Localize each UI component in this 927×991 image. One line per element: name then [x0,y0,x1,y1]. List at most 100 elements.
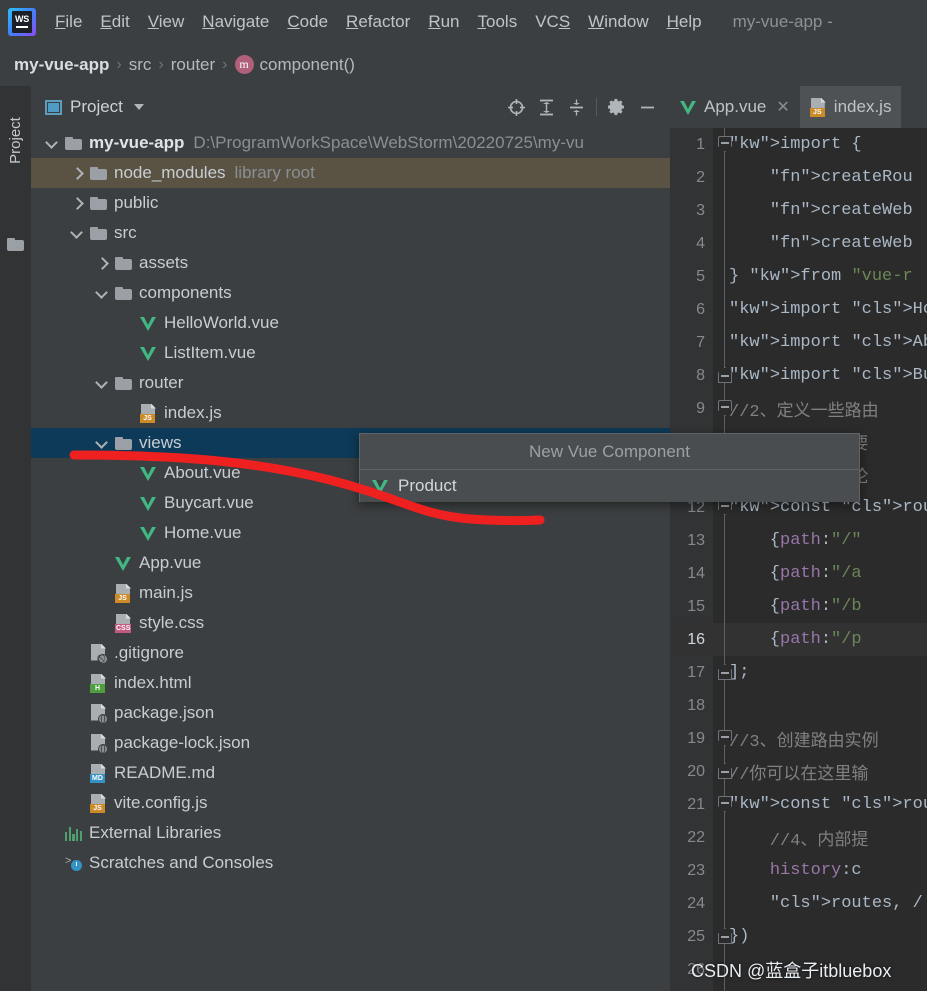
tree-row[interactable]: Hindex.html [31,668,670,698]
vue-icon [680,99,697,116]
tree-row[interactable]: MD README.md [31,758,670,788]
code-text: "fn">createWeb [769,201,913,220]
popup-title: New Vue Component [360,434,859,470]
breadcrumb-item-component[interactable]: component() [260,55,355,75]
tree-row-label: .gitignore [114,643,184,662]
tree-row[interactable]: my-vue-app D:\ProgramWorkSpace\WebStorm\2… [31,128,670,158]
project-folder-icon[interactable] [7,238,24,256]
chevron-right-icon[interactable] [97,258,107,268]
tree-row[interactable]: node_modules library root [31,158,670,188]
line-number: 19 [687,729,705,747]
tree-row[interactable]: JS vite.config.js [31,788,670,818]
breadcrumb-item-src[interactable]: src [129,55,152,75]
tree-row[interactable]: CSS style.css [31,608,670,638]
project-tree: my-vue-app D:\ProgramWorkSpace\WebStorm\2… [31,128,670,878]
menu-item-edit[interactable]: Edit [91,9,138,35]
menu-item-code[interactable]: Code [278,9,337,35]
vue-icon [115,555,132,572]
chevron-down-icon[interactable] [72,228,82,238]
locate-icon[interactable] [501,92,531,122]
hide-panel-icon[interactable] [632,92,662,122]
code-line: 4 "fn">createWeb [670,227,927,260]
tree-row[interactable]: > Scratches and Consoles [31,848,670,878]
line-number: 7 [696,333,705,351]
editor-tab-label: index.js [833,97,892,116]
code-text: "kw">const "cls">router = [729,795,927,814]
tree-row[interactable]: ListItem.vue [31,338,670,368]
chevron-down-icon[interactable] [133,104,144,110]
tree-row[interactable]: components [31,278,670,308]
chevron-down-icon[interactable] [47,138,57,148]
menu-item-window[interactable]: Window [579,9,657,35]
breadcrumb-item-project[interactable]: my-vue-app [14,55,109,75]
tree-row-label: my-vue-app [89,133,185,152]
new-component-name-value: Product [398,476,457,495]
editor-tab-app-vue[interactable]: App.vue ✕ [670,86,800,128]
tree-row[interactable]: External Libraries [31,818,670,848]
menu-item-navigate[interactable]: Navigate [193,9,278,35]
menu-item-tools[interactable]: Tools [469,9,527,35]
expand-all-icon[interactable] [531,92,561,122]
chevron-down-icon[interactable] [97,378,107,388]
code-line: 6 "kw">import "cls">Home f [670,293,927,326]
tree-row[interactable]: router [31,368,670,398]
tree-row-label: External Libraries [89,823,222,842]
menu-bar: WS File Edit View Navigate Code Refactor Run To… [0,0,927,43]
chevron-right-icon[interactable] [72,198,82,208]
tree-row[interactable]: assets [31,248,670,278]
settings-gear-icon[interactable] [602,92,632,122]
tree-row[interactable]: HelloWorld.vue [31,308,670,338]
new-vue-component-popup[interactable]: New Vue Component Product [359,433,860,502]
close-icon[interactable]: ✕ [776,97,789,117]
tree-row[interactable]: src [31,218,670,248]
project-panel-title: Project [70,97,123,116]
code-line: 22 //4、内部提 [670,821,927,854]
tree-row[interactable]: {} package.json [31,698,670,728]
vue-icon [372,478,389,495]
line-number: 18 [687,696,705,714]
code-text: "kw">import { [729,135,862,154]
menu-item-file[interactable]: File [46,9,91,35]
tree-row[interactable]: {} package-lock.json [31,728,670,758]
window-title: my-vue-app - [732,11,833,31]
code-line: 5} "kw">from "vue-r [670,260,927,293]
breadcrumb-item-router[interactable]: router [171,55,215,75]
folder-icon [65,136,82,150]
menu-item-view[interactable]: View [139,9,194,35]
breadcrumb-separator-icon: › [222,55,228,73]
menu-item-run[interactable]: Run [419,9,468,35]
chevron-down-icon[interactable] [97,288,107,298]
collapse-all-icon[interactable] [561,92,591,122]
tree-row[interactable]: App.vue [31,548,670,578]
line-number: 6 [696,300,705,318]
tree-row[interactable]: public [31,188,670,218]
editor-tab-bar: App.vue ✕ JS index.js [670,86,927,128]
tree-row-label: index.html [114,673,192,692]
tree-row-label: App.vue [139,553,202,572]
line-number: 2 [696,168,705,186]
tree-row[interactable]: Home.vue [31,518,670,548]
folder-icon [90,226,107,240]
new-component-name-field[interactable]: Product [360,470,859,502]
chevron-down-icon[interactable] [97,438,107,448]
folder-icon [115,376,132,390]
menu-item-vcs[interactable]: VCS [526,9,579,35]
tool-tab-project[interactable]: Project [0,94,31,186]
code-line: 19 //3、创建路由实例 [670,722,927,755]
tree-row[interactable]: JS main.js [31,578,670,608]
code-text: {path:"/b [729,597,862,616]
chevron-right-icon[interactable] [72,168,82,178]
line-number: 16 [687,630,705,648]
tree-row[interactable]: JS index.js [31,398,670,428]
code-line: 13 {path:"/" [670,524,927,557]
code-line: 14 {path:"/a [670,557,927,590]
code-line: 7 "kw">import "cls">About [670,326,927,359]
menu-item-help[interactable]: Help [658,9,711,35]
tree-row[interactable]: ⃠ .gitignore [31,638,670,668]
editor-tab-index-js[interactable]: JS index.js [799,86,902,128]
code-area[interactable]: 1 "kw">import {2 "fn">createRou 3 "fn">cre… [670,128,927,991]
js-file-icon: JS [809,97,827,117]
json-file-icon: {} [90,733,108,754]
tree-row-label: Home.vue [164,523,242,542]
menu-item-refactor[interactable]: Refactor [337,9,419,35]
